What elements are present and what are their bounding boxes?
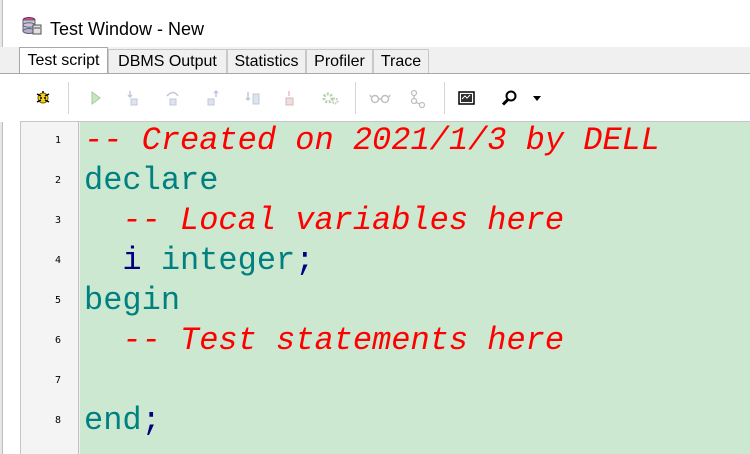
- halt-icon[interactable]: [280, 86, 304, 110]
- punctuation-token: ;: [295, 242, 315, 279]
- punctuation-token: ;: [141, 402, 161, 439]
- settings-gear-icon[interactable]: [318, 86, 342, 110]
- step-over-icon[interactable]: [161, 86, 185, 110]
- tab-statistics[interactable]: Statistics: [227, 49, 306, 73]
- window-titlebar[interactable]: Test Window - New: [3, 0, 750, 44]
- line-number: 8: [54, 415, 61, 426]
- code-line-8: end;: [84, 401, 161, 441]
- toolbar-separator: [444, 82, 445, 114]
- step-into-icon[interactable]: [122, 86, 146, 110]
- screen-output-icon[interactable]: [455, 86, 479, 110]
- code-line-2: declare: [84, 161, 218, 201]
- toolbar-separator: [355, 82, 356, 114]
- step-out-icon[interactable]: [202, 86, 226, 110]
- dropdown-arrow-icon[interactable]: [533, 96, 541, 101]
- tab-dbms-output[interactable]: DBMS Output: [108, 49, 227, 73]
- keyword-token: declare: [84, 162, 219, 199]
- window-title: Test Window - New: [50, 19, 205, 39]
- comment-token: -- Local variables here: [122, 202, 565, 239]
- identifier-token: i: [122, 242, 142, 279]
- breakpoints-icon[interactable]: [406, 86, 430, 110]
- comment-token: -- Created on 2021/1/3 by DELL: [84, 122, 661, 159]
- tab-test-script[interactable]: Test script: [19, 47, 108, 74]
- line-number: 2: [54, 175, 61, 186]
- watch-glasses-icon[interactable]: [368, 86, 392, 110]
- line-number: 5: [54, 295, 61, 306]
- run-to-exception-icon[interactable]: [242, 86, 266, 110]
- run-icon[interactable]: [84, 86, 108, 110]
- tab-trace[interactable]: Trace: [373, 49, 429, 73]
- line-number: 4: [54, 255, 61, 266]
- gutter-border: [78, 122, 79, 454]
- code-line-6: -- Test statements here: [84, 321, 564, 361]
- line-number: 3: [54, 215, 61, 226]
- keyword-token: begin: [84, 282, 181, 319]
- code-line-1: -- Created on 2021/1/3 by DELL: [84, 121, 660, 161]
- line-number: 6: [54, 335, 61, 346]
- code-line-5: begin: [84, 281, 180, 321]
- comment-token: -- Test statements here: [122, 322, 565, 359]
- tab-bar: Test script DBMS Output Statistics Profi…: [0, 47, 750, 74]
- tab-profiler[interactable]: Profiler: [306, 49, 373, 73]
- line-number: 1: [54, 135, 61, 146]
- find-magnifier-icon[interactable]: [498, 86, 522, 110]
- code-line-4: i integer;: [84, 241, 314, 281]
- toolbar: [0, 74, 750, 122]
- toolbar-separator: [68, 82, 69, 114]
- line-number: 7: [54, 375, 61, 386]
- debug-start-icon[interactable]: [32, 86, 56, 110]
- code-line-3: -- Local variables here: [84, 201, 564, 241]
- type-token: integer: [160, 242, 296, 279]
- keyword-token: end: [84, 402, 142, 439]
- database-window-icon: [21, 15, 43, 37]
